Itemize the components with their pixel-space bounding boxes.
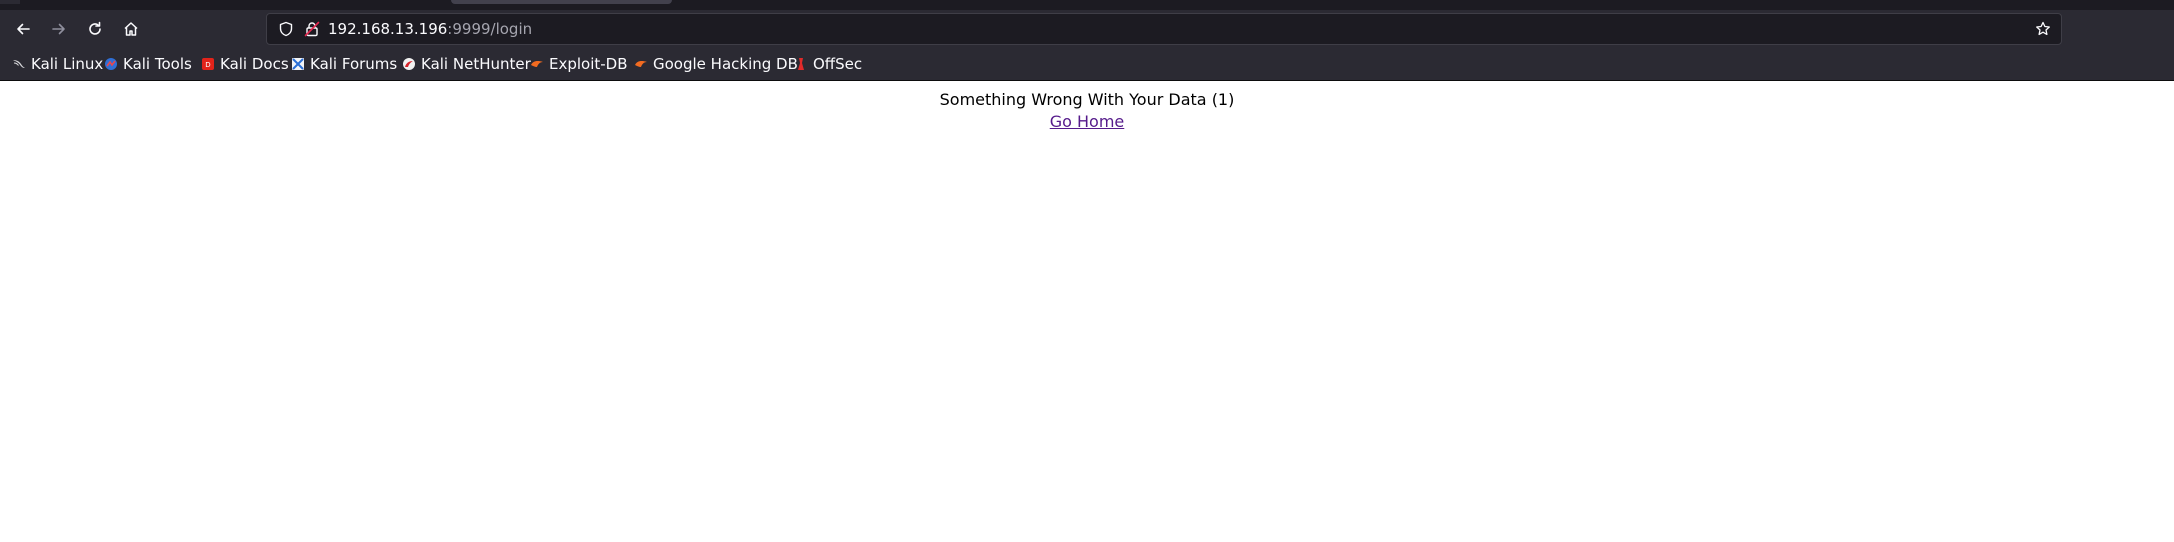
exploit-db-icon bbox=[531, 61, 543, 67]
kali-tools-icon bbox=[105, 58, 117, 70]
url-path: :9999/login bbox=[447, 20, 533, 38]
reload-icon bbox=[89, 21, 101, 35]
bookmark-label: Kali Linux bbox=[31, 55, 104, 73]
arrow-right-icon bbox=[52, 23, 65, 35]
bookmark-exploit-db[interactable]: Exploit-DB bbox=[530, 54, 628, 74]
bookmark-label: Exploit-DB bbox=[549, 55, 628, 73]
bookmark-label: Kali Tools bbox=[123, 55, 192, 73]
url-bar[interactable]: 192.168.13.196:9999/login bbox=[266, 13, 2062, 45]
bookmark-kali-docs[interactable]: D Kali Docs bbox=[201, 54, 289, 74]
error-content: Something Wrong With Your Data (1) Go Ho… bbox=[0, 89, 2174, 133]
nethunter-icon bbox=[403, 58, 415, 70]
back-button[interactable] bbox=[8, 15, 38, 43]
bookmark-google-hacking-db[interactable]: Google Hacking DB bbox=[634, 54, 798, 74]
bookmark-label: Google Hacking DB bbox=[653, 55, 798, 73]
bookmark-label: OffSec bbox=[813, 55, 863, 73]
bookmark-star-icon[interactable] bbox=[2031, 14, 2055, 44]
arrow-left-icon bbox=[17, 23, 30, 35]
bookmark-label: Kali Docs bbox=[220, 55, 289, 73]
go-home-link[interactable]: Go Home bbox=[1050, 112, 1125, 131]
error-message: Something Wrong With Your Data (1) bbox=[939, 90, 1235, 109]
forward-button[interactable] bbox=[44, 15, 74, 43]
tab-strip bbox=[0, 0, 2174, 10]
svg-text:D: D bbox=[205, 61, 210, 69]
kali-forums-icon bbox=[292, 58, 304, 70]
bookmarks-toolbar: Kali Linux Kali Tools D Kali Docs Kali F… bbox=[0, 48, 2174, 81]
bookmark-label: Kali Forums bbox=[310, 55, 398, 73]
tab-strip-edge bbox=[0, 0, 20, 4]
insecure-lock-icon[interactable] bbox=[301, 14, 323, 44]
navigation-toolbar: 192.168.13.196:9999/login bbox=[0, 10, 2174, 48]
url-host: 192.168.13.196 bbox=[328, 20, 448, 38]
offsec-icon bbox=[798, 58, 804, 70]
bookmark-label: Kali NetHunter bbox=[421, 55, 531, 73]
browser-chrome: 192.168.13.196:9999/login Kali Linux Kal… bbox=[0, 0, 2174, 81]
page-body: Something Wrong With Your Data (1) Go Ho… bbox=[0, 81, 2174, 542]
reload-button[interactable] bbox=[80, 15, 110, 43]
bookmark-kali-forums[interactable]: Kali Forums bbox=[291, 54, 397, 74]
ghdb-icon bbox=[635, 61, 647, 67]
home-button[interactable] bbox=[116, 15, 146, 43]
bookmark-offsec[interactable]: OffSec bbox=[794, 54, 862, 74]
bookmark-kali-nethunter[interactable]: Kali NetHunter bbox=[402, 54, 531, 74]
home-icon bbox=[124, 22, 138, 36]
active-tab[interactable] bbox=[451, 0, 672, 4]
bookmark-kali-linux[interactable]: Kali Linux bbox=[12, 54, 103, 74]
kali-dragon-icon bbox=[13, 60, 25, 68]
bookmark-kali-tools[interactable]: Kali Tools bbox=[104, 54, 192, 74]
url-text[interactable]: 192.168.13.196:9999/login bbox=[328, 14, 532, 44]
kali-docs-icon: D bbox=[202, 58, 214, 70]
shield-icon[interactable] bbox=[275, 14, 297, 44]
